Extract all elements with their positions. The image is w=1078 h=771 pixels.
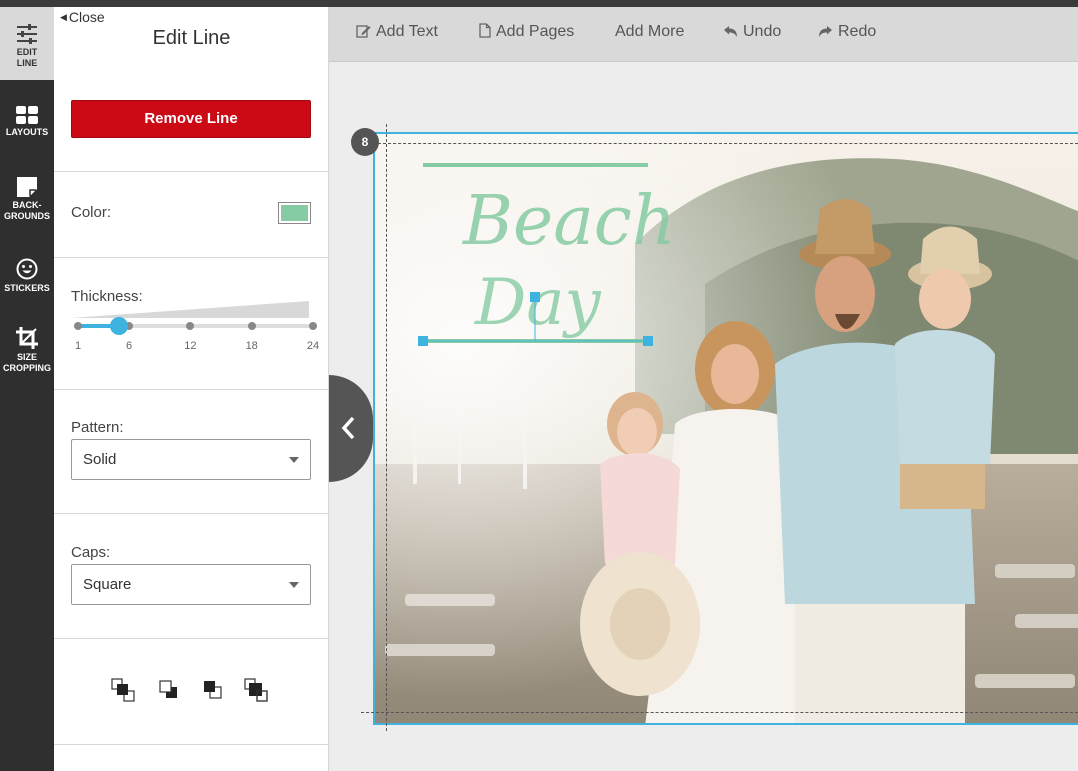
slider-knob[interactable] — [109, 317, 128, 335]
undo-button[interactable]: Undo — [723, 23, 781, 41]
rail-item-layouts[interactable]: LAYOUTS — [0, 106, 54, 138]
bring-forward-icon[interactable] — [157, 678, 183, 704]
color-swatch-fill — [281, 205, 308, 221]
caret-left-icon: ◀ — [60, 12, 67, 22]
add-pages-label: Add Pages — [496, 23, 575, 40]
grid-icon — [16, 106, 38, 124]
add-more-label: Add More — [615, 23, 685, 40]
crop-icon — [16, 327, 38, 349]
page-photo[interactable]: Beach Day — [373, 132, 1078, 725]
slider-tick-label: 18 — [245, 340, 258, 352]
rail-item-label: STICKERS — [4, 283, 50, 293]
color-swatch[interactable] — [278, 202, 311, 224]
slider-tick — [186, 322, 195, 330]
edit-icon — [356, 25, 371, 38]
panel-title: Edit Line — [152, 27, 231, 49]
remove-line-button[interactable]: Remove Line — [71, 100, 311, 138]
rail-item-label: SIZE CROPPING — [2, 352, 51, 373]
rail-item-label: LAYOUTS — [5, 127, 49, 137]
close-button[interactable]: ◀ Close — [60, 9, 105, 25]
divider — [54, 638, 329, 639]
pattern-label: Pattern: — [71, 419, 124, 436]
redo-label: Redo — [838, 23, 877, 40]
slider-tick-label: 24 — [306, 340, 320, 352]
slider-tick — [309, 322, 317, 330]
photo-title-line-2[interactable]: Day — [474, 266, 601, 340]
close-label: Close — [68, 9, 105, 25]
rail-item-size-cropping[interactable]: SIZE CROPPING — [0, 327, 54, 374]
rail-item-label: BACK- GROUNDS — [3, 200, 50, 221]
send-backward-icon[interactable] — [201, 678, 227, 704]
divider — [54, 744, 329, 745]
add-more-button[interactable]: Add More — [615, 23, 684, 41]
rail-item-stickers[interactable]: STICKERS — [0, 258, 54, 294]
chevron-left-icon — [341, 416, 355, 440]
family-beach-photo: Beach Day — [375, 134, 1078, 723]
photo-title-line-1[interactable]: Beach — [461, 182, 676, 261]
page-number-badge: 8 — [351, 128, 379, 156]
undo-icon — [724, 26, 737, 37]
line-start-handle[interactable] — [418, 336, 428, 346]
send-to-back-icon[interactable] — [244, 678, 270, 704]
edit-line-panel: ◀ Close Edit Line Remove Line Color: Thic… — [54, 7, 329, 771]
slider-tick-label: 1 — [74, 340, 82, 352]
caps-label: Caps: — [71, 544, 111, 561]
bring-to-front-icon[interactable] — [111, 678, 137, 704]
pattern-value: Solid — [83, 451, 117, 468]
page-icon — [479, 23, 491, 38]
thickness-wedge — [71, 301, 309, 318]
editor-canvas: Beach Day 8 — [329, 62, 1078, 771]
window-top-strip — [0, 0, 1078, 7]
redo-icon — [819, 26, 832, 37]
slider-tick — [247, 322, 256, 330]
caps-value: Square — [83, 576, 132, 593]
divider — [54, 257, 329, 258]
add-pages-button[interactable]: Add Pages — [479, 23, 574, 41]
caps-select[interactable]: Square — [71, 564, 311, 605]
divider — [54, 513, 329, 514]
slider-tick-label: 6 — [126, 340, 133, 352]
safe-area-bottom-guide — [361, 712, 1078, 713]
editor-toolbar: Add Text Add Pages Add More Undo Redo — [329, 7, 1078, 62]
chevron-down-icon — [289, 457, 299, 463]
slider-tick — [74, 322, 82, 330]
pattern-select[interactable]: Solid — [71, 439, 311, 480]
add-text-button[interactable]: Add Text — [356, 23, 438, 41]
add-text-label: Add Text — [376, 23, 438, 40]
tool-rail: EDIT LINE LAYOUTS BACK- GROUNDS STICKERS… — [0, 7, 54, 771]
smiley-icon — [16, 258, 38, 280]
rail-item-backgrounds[interactable]: BACK- GROUNDS — [0, 177, 54, 222]
divider — [54, 389, 329, 390]
rail-item-edit-line[interactable]: EDIT LINE — [0, 7, 54, 80]
rotate-handle[interactable] — [530, 292, 540, 302]
divider — [54, 171, 329, 172]
sliders-icon — [17, 24, 37, 44]
safe-area-left-guide — [386, 124, 387, 731]
thickness-slider[interactable]: 1 6 12 18 24 — [71, 300, 319, 360]
collapse-panel-button[interactable] — [329, 375, 373, 482]
color-label: Color: — [71, 204, 112, 221]
page-corner-icon — [17, 177, 37, 197]
chevron-down-icon — [289, 582, 299, 588]
rail-item-label: EDIT LINE — [16, 47, 38, 68]
line-end-handle[interactable] — [643, 336, 653, 346]
slider-tick-label: 12 — [184, 340, 197, 352]
safe-area-top-guide — [373, 143, 1078, 144]
redo-button[interactable]: Redo — [818, 23, 876, 41]
undo-label: Undo — [743, 23, 782, 40]
